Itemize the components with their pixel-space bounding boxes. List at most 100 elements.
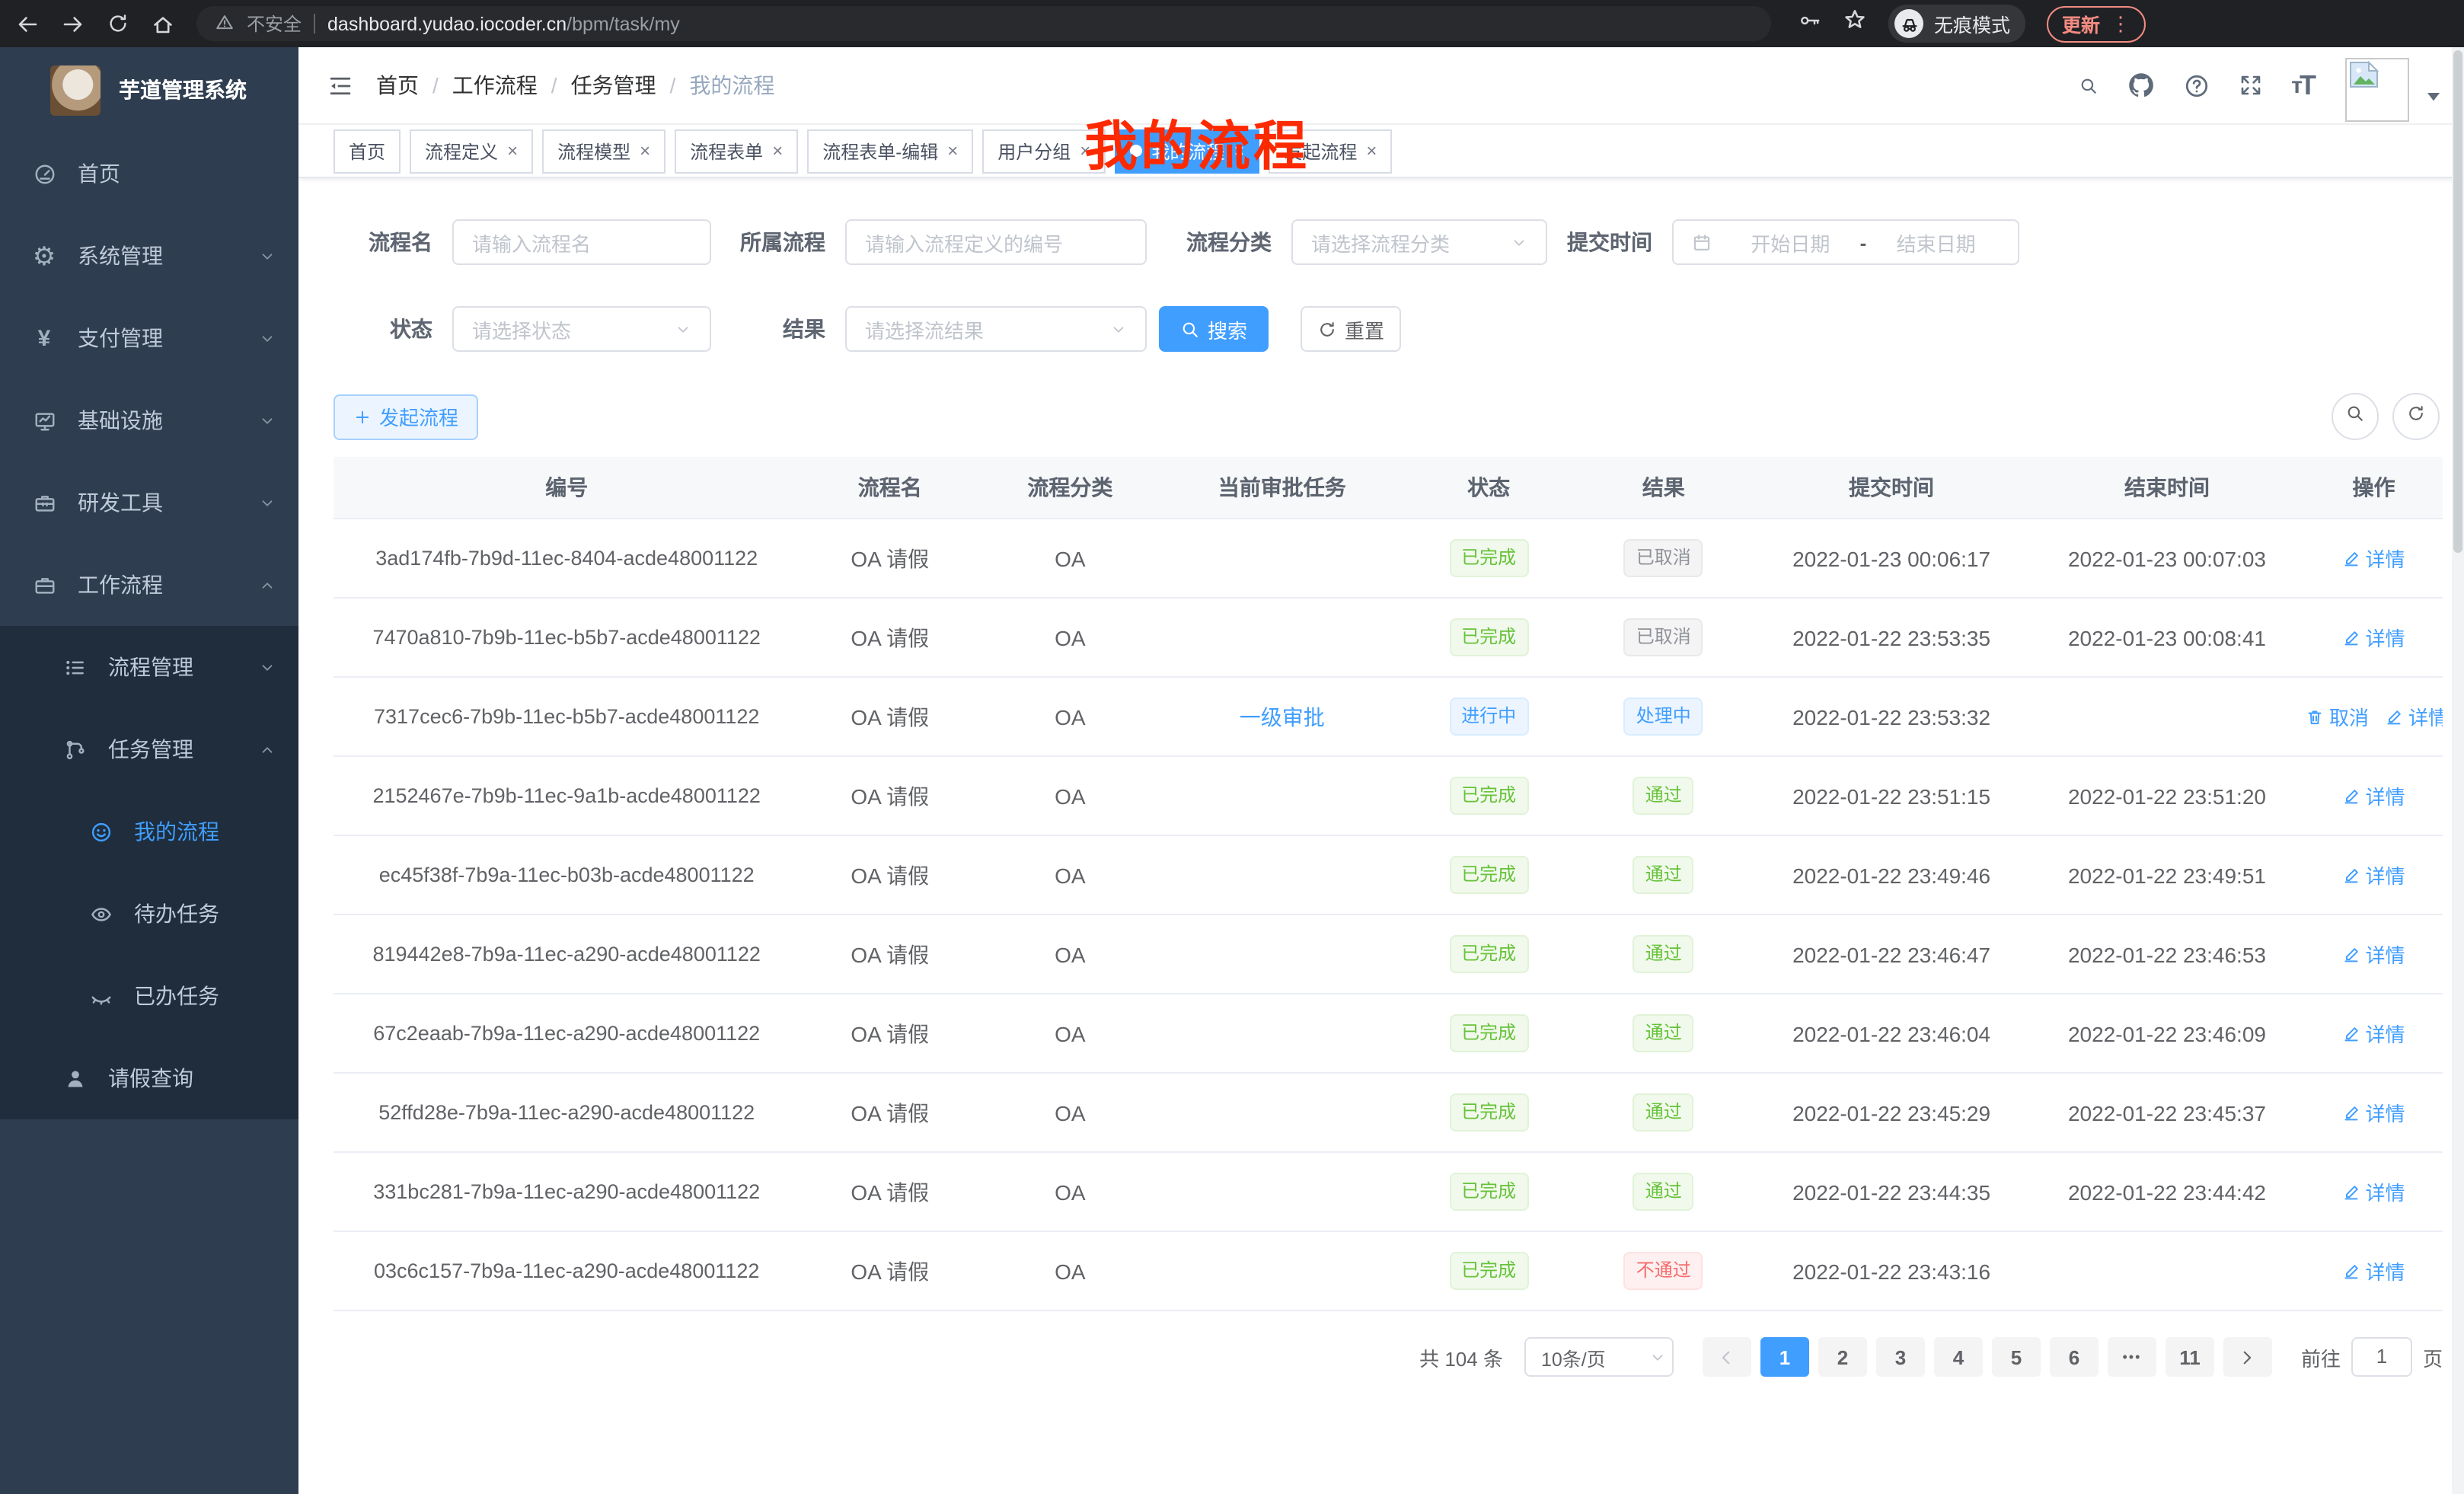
submit-time-range-picker[interactable]: 开始日期 - 结束日期 bbox=[1672, 219, 2019, 265]
scrollbar-thumb[interactable] bbox=[2453, 50, 2462, 553]
page-button-5[interactable]: 5 bbox=[1992, 1337, 2041, 1377]
end-date-input[interactable]: 结束日期 bbox=[1872, 228, 2000, 257]
sidebar-item-done-task[interactable]: 已办任务 bbox=[0, 955, 298, 1037]
detail-link[interactable]: 详情 bbox=[2342, 940, 2405, 969]
breadcrumb-item[interactable]: 工作流程 bbox=[452, 70, 538, 101]
column-header: 结束时间 bbox=[2029, 457, 2305, 519]
font-size-icon[interactable]: ᴛT bbox=[2291, 69, 2316, 101]
prev-page-button[interactable] bbox=[1703, 1337, 1751, 1377]
breadcrumb-item[interactable]: 任务管理 bbox=[571, 70, 656, 101]
sidebar-item-process-mgmt[interactable]: 流程管理 bbox=[0, 626, 298, 708]
status-tag: 进行中 bbox=[1449, 698, 1528, 736]
page-button-1[interactable]: 1 bbox=[1760, 1337, 1809, 1377]
result-tag: 已取消 bbox=[1624, 618, 1703, 656]
category-select[interactable]: 请选择流程分类 bbox=[1291, 219, 1547, 265]
process-definition-input[interactable]: 请输入流程定义的编号 bbox=[845, 219, 1147, 265]
detail-link[interactable]: 详情 bbox=[2342, 544, 2405, 573]
detail-link[interactable]: 详情 bbox=[2342, 1098, 2405, 1127]
incognito-icon bbox=[1894, 9, 1923, 38]
page-size-select[interactable]: 10条/页 bbox=[1524, 1337, 1674, 1377]
breadcrumb-item[interactable]: 首页 bbox=[376, 70, 419, 101]
cell-current-task bbox=[1160, 1231, 1404, 1310]
status-select[interactable]: 请选择状态 bbox=[452, 306, 711, 352]
sidebar-item-todo-task[interactable]: 待办任务 bbox=[0, 873, 298, 955]
page-scrollbar[interactable] bbox=[2452, 47, 2464, 1494]
security-label[interactable]: 不安全 bbox=[247, 11, 302, 37]
detail-link[interactable]: 详情 bbox=[2342, 1019, 2405, 1048]
tab-流程定义[interactable]: 流程定义× bbox=[410, 129, 533, 173]
fullscreen-icon[interactable] bbox=[2238, 73, 2262, 97]
sidebar-item-payment[interactable]: ¥支付管理 bbox=[0, 297, 298, 379]
sidebar-item-workflow[interactable]: 工作流程 bbox=[0, 544, 298, 626]
page-button-2[interactable]: 2 bbox=[1818, 1337, 1867, 1377]
hamburger-icon[interactable] bbox=[327, 72, 353, 98]
sidebar-item-task-mgmt[interactable]: 任务管理 bbox=[0, 708, 298, 790]
page-button-3[interactable]: 3 bbox=[1876, 1337, 1925, 1377]
back-icon[interactable] bbox=[15, 11, 40, 36]
search-icon[interactable] bbox=[2078, 75, 2098, 95]
refresh-table-button[interactable] bbox=[2392, 393, 2440, 440]
pagination: 共 104 条 10条/页 123456•••11 前往 1 页 bbox=[334, 1337, 2443, 1377]
avatar[interactable] bbox=[2345, 58, 2409, 122]
result-select[interactable]: 请选择流结果 bbox=[845, 306, 1147, 352]
close-tab-icon[interactable]: × bbox=[1366, 142, 1377, 160]
yen-icon: ¥ bbox=[30, 327, 58, 350]
home-icon[interactable] bbox=[151, 11, 175, 36]
cell-submit-time: 2022-01-22 23:51:15 bbox=[1754, 756, 2029, 835]
detail-link[interactable]: 详情 bbox=[2342, 860, 2405, 889]
edit-icon bbox=[2342, 1262, 2360, 1280]
close-tab-icon[interactable]: × bbox=[772, 142, 783, 160]
reset-button[interactable]: 重置 bbox=[1301, 306, 1401, 352]
sidebar-item-infra[interactable]: 基础设施 bbox=[0, 379, 298, 461]
sidebar-item-devtools[interactable]: 研发工具 bbox=[0, 461, 298, 544]
help-icon[interactable] bbox=[2183, 72, 2209, 98]
url-text[interactable]: dashboard.yudao.iocoder.cn/bpm/task/my bbox=[327, 13, 680, 34]
detail-link[interactable]: 详情 bbox=[2342, 623, 2405, 652]
start-date-input[interactable]: 开始日期 bbox=[1727, 228, 1854, 257]
page-button-4[interactable]: 4 bbox=[1934, 1337, 1983, 1377]
detail-link[interactable]: 详情 bbox=[2342, 1177, 2405, 1206]
tab-流程表单[interactable]: 流程表单× bbox=[675, 129, 798, 173]
edit-icon bbox=[2342, 1103, 2360, 1122]
sidebar-item-leave-query[interactable]: 请假查询 bbox=[0, 1037, 298, 1119]
more-pages-button[interactable]: ••• bbox=[2108, 1337, 2156, 1377]
process-name-input[interactable]: 请输入流程名 bbox=[452, 219, 711, 265]
show-search-button[interactable] bbox=[2332, 393, 2379, 440]
detail-link[interactable]: 详情 bbox=[2342, 1256, 2405, 1285]
tab-流程表单-编辑[interactable]: 流程表单-编辑× bbox=[807, 129, 973, 173]
sidebar-item-system[interactable]: ⚙系统管理 bbox=[0, 215, 298, 297]
forward-icon[interactable] bbox=[61, 11, 85, 36]
table-row: 331bc281-7b9a-11ec-a290-acde48001122OA 请… bbox=[334, 1152, 2443, 1231]
browser-menu-icon[interactable]: ⋮ bbox=[2111, 11, 2130, 36]
chevron-down-icon[interactable] bbox=[2426, 88, 2441, 104]
sidebar-item-home[interactable]: 首页 bbox=[0, 132, 298, 215]
page-button-6[interactable]: 6 bbox=[2050, 1337, 2099, 1377]
address-bar[interactable]: 不安全 dashboard.yudao.iocoder.cn/bpm/task/… bbox=[196, 6, 1771, 41]
dashboard-icon bbox=[30, 162, 58, 185]
edit-icon bbox=[2342, 787, 2360, 805]
tab-首页[interactable]: 首页 bbox=[334, 129, 401, 173]
page-button-11[interactable]: 11 bbox=[2166, 1337, 2214, 1377]
detail-link[interactable]: 详情 bbox=[2342, 781, 2405, 810]
close-tab-icon[interactable]: × bbox=[640, 142, 650, 160]
tab-流程模型[interactable]: 流程模型× bbox=[542, 129, 665, 173]
chevron-up-icon bbox=[259, 741, 276, 758]
cell-category: OA bbox=[980, 1231, 1160, 1310]
detail-link[interactable]: 详情 bbox=[2386, 702, 2443, 731]
goto-label: 前往 bbox=[2301, 1342, 2341, 1371]
cancel-link[interactable]: 取消 bbox=[2306, 702, 2369, 731]
sidebar-item-my-process[interactable]: 我的流程 bbox=[0, 790, 298, 873]
update-button[interactable]: 更新 ⋮ bbox=[2047, 5, 2146, 42]
goto-page-input[interactable]: 1 bbox=[2351, 1337, 2412, 1377]
start-process-button[interactable]: 发起流程 bbox=[334, 394, 478, 439]
reload-icon[interactable] bbox=[107, 12, 129, 35]
bookmark-star-icon[interactable] bbox=[1843, 8, 1867, 40]
task-link[interactable]: 一级审批 bbox=[1240, 701, 1325, 732]
key-icon[interactable] bbox=[1799, 8, 1821, 39]
github-icon[interactable] bbox=[2127, 72, 2154, 99]
close-tab-icon[interactable]: × bbox=[507, 142, 518, 160]
next-page-button[interactable] bbox=[2223, 1337, 2272, 1377]
close-tab-icon[interactable]: × bbox=[947, 142, 958, 160]
search-button[interactable]: 搜索 bbox=[1159, 306, 1269, 352]
column-header: 结果 bbox=[1574, 457, 1754, 519]
